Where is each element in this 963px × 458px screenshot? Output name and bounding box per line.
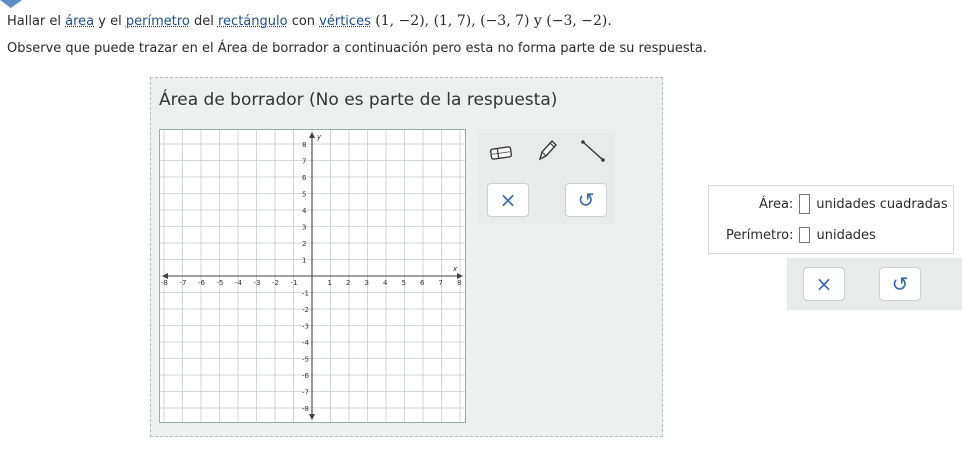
x-tick-label: -3 xyxy=(254,279,261,287)
scratch-title: Área de borrador (No es parte de la resp… xyxy=(159,90,558,110)
perimeter-row: Perímetro: unidades xyxy=(726,227,876,243)
prompt-text: Hallar el xyxy=(7,14,66,29)
area-term-link[interactable]: área xyxy=(65,14,94,29)
y-axis-arrow-up xyxy=(309,132,315,138)
prompt-text: del xyxy=(189,14,218,29)
y-tick-label: 4 xyxy=(302,207,307,215)
x-tick-label: 2 xyxy=(346,279,350,287)
y-tick-label: 7 xyxy=(302,158,306,166)
scratch-note: Observe que puede trazar en el Área de b… xyxy=(7,41,707,56)
prompt-text: con xyxy=(287,14,320,29)
perimeter-units: unidades xyxy=(816,227,876,243)
y-tick-label: -2 xyxy=(302,306,309,314)
x-tick-label: 3 xyxy=(365,279,369,287)
perimeter-term-link[interactable]: perímetro xyxy=(126,14,190,29)
y-tick-label: 5 xyxy=(302,191,306,199)
answer-action-panel: × ↺ xyxy=(787,258,962,310)
y-tick-label: -1 xyxy=(302,290,309,298)
x-tick-label: -7 xyxy=(180,279,187,287)
x-tick-label: 7 xyxy=(439,279,443,287)
x-tick-label: 6 xyxy=(420,279,425,287)
x-tick-label: -1 xyxy=(291,279,298,287)
x-tick-label: -5 xyxy=(217,279,224,287)
prompt-text: y el xyxy=(94,14,126,29)
y-tick-label: 1 xyxy=(302,257,306,265)
coordinate-graph[interactable]: -8 -7 -6 -5 -4 -3 -2 -1 1 2 3 4 5 6 7 8 8 7 6 5 4 3 2 1 -1 -2 -3 -4… xyxy=(159,129,466,423)
undo-answer-button[interactable]: ↺ xyxy=(879,267,921,301)
y-tick-label: -6 xyxy=(302,372,310,380)
rectangle-term-link[interactable]: rectángulo xyxy=(218,14,288,29)
line-segment-icon[interactable] xyxy=(575,135,611,167)
x-tick-label: -6 xyxy=(198,279,206,287)
x-tick-label: 1 xyxy=(328,279,332,287)
y-axis-label: y xyxy=(316,133,322,141)
y-tick-label: 2 xyxy=(302,240,306,248)
y-tick-label: 6 xyxy=(302,174,307,182)
answer-box: Área: unidades cuadradas Perímetro: unid… xyxy=(709,186,953,253)
area-units: unidades cuadradas xyxy=(816,196,948,212)
drawing-tool-panel: × ↺ xyxy=(479,133,614,225)
y-tick-label: -4 xyxy=(302,339,310,347)
y-tick-label: -8 xyxy=(302,405,309,413)
question-prompt: Hallar el área y el perímetro del rectán… xyxy=(7,12,612,31)
x-tick-label: 5 xyxy=(402,279,406,287)
y-tick-label: -3 xyxy=(302,323,309,331)
y-axis-arrow-down xyxy=(309,414,315,420)
undo-scratch-button[interactable]: ↺ xyxy=(565,183,607,217)
collapse-arrow-icon[interactable] xyxy=(0,0,22,8)
perimeter-label: Perímetro: xyxy=(726,227,794,243)
clear-scratch-button[interactable]: × xyxy=(487,183,529,217)
vertices-math: (1, −2), (1, 7), (−3, 7) y (−3, −2). xyxy=(370,13,612,29)
area-label: Área: xyxy=(759,196,794,212)
y-tick-label: 3 xyxy=(302,224,306,232)
area-row: Área: unidades cuadradas xyxy=(759,194,948,214)
tick-labels: -8 -7 -6 -5 -4 -3 -2 -1 1 2 3 4 5 6 7 8 8 7 6 5 4 3 2 1 -1 -2 -3 -4… xyxy=(161,133,461,413)
graph-canvas[interactable]: -8 -7 -6 -5 -4 -3 -2 -1 1 2 3 4 5 6 7 8 8 7 6 5 4 3 2 1 -1 -2 -3 -4… xyxy=(160,130,465,422)
y-tick-label: -7 xyxy=(302,389,309,397)
x-tick-label: 8 xyxy=(457,279,461,287)
y-tick-label: 8 xyxy=(302,141,306,149)
x-tick-label: -4 xyxy=(235,279,243,287)
clear-answer-button[interactable]: × xyxy=(803,267,845,301)
y-tick-label: -5 xyxy=(302,356,309,364)
perimeter-input[interactable] xyxy=(799,227,811,243)
x-axis-label: x xyxy=(452,265,458,273)
x-tick-label: 4 xyxy=(383,279,388,287)
x-tick-label: -8 xyxy=(161,279,168,287)
axes xyxy=(162,132,463,420)
scratch-area: Área de borrador (No es parte de la resp… xyxy=(150,77,663,437)
area-input[interactable] xyxy=(799,194,811,214)
x-tick-label: -2 xyxy=(272,279,279,287)
vertices-term-link[interactable]: vértices xyxy=(319,14,371,29)
eraser-icon[interactable] xyxy=(483,137,519,169)
pencil-icon[interactable] xyxy=(529,135,565,167)
